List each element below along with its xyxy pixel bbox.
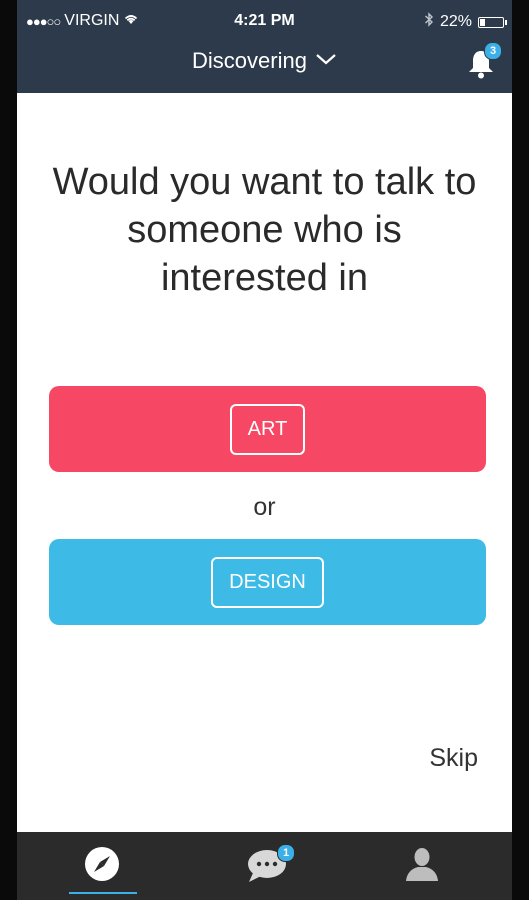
tab-chat[interactable]: 1 — [207, 832, 327, 900]
notifications-button[interactable]: 3 — [466, 42, 502, 80]
phone-frame: ●●●○○ VIRGIN 4:21 PM 22% Discovering 3 W… — [0, 0, 529, 900]
skip-button[interactable]: Skip — [429, 744, 478, 773]
status-right: 22% — [424, 12, 507, 32]
design-option-button[interactable]: DESIGN — [211, 556, 324, 608]
notification-count-badge: 3 — [484, 42, 502, 60]
or-separator: or — [253, 493, 276, 521]
nav-title: Discovering — [192, 48, 307, 73]
battery-icon — [478, 16, 507, 28]
tab-bar: 1 — [17, 832, 512, 900]
battery-level — [480, 18, 485, 26]
user-icon — [404, 846, 440, 887]
app-screen: ●●●○○ VIRGIN 4:21 PM 22% Discovering 3 W… — [17, 0, 512, 900]
design-option-card[interactable]: DESIGN — [49, 539, 486, 625]
chat-unread-badge: 1 — [277, 844, 295, 862]
active-tab-indicator — [69, 892, 137, 894]
nav-title-dropdown[interactable]: Discovering — [17, 48, 512, 74]
status-bar: ●●●○○ VIRGIN 4:21 PM 22% — [17, 8, 512, 36]
tab-profile[interactable] — [362, 832, 482, 900]
compass-icon — [84, 846, 120, 887]
chevron-down-icon — [315, 52, 337, 71]
art-option-card[interactable]: ART — [49, 386, 486, 472]
header: ●●●○○ VIRGIN 4:21 PM 22% Discovering 3 — [17, 0, 512, 93]
tab-discover[interactable] — [42, 832, 162, 900]
bluetooth-icon — [424, 12, 434, 32]
question-prompt: Would you want to talk to someone who is… — [52, 161, 477, 299]
battery-percent: 22% — [439, 13, 472, 30]
art-option-button[interactable]: ART — [229, 403, 306, 455]
